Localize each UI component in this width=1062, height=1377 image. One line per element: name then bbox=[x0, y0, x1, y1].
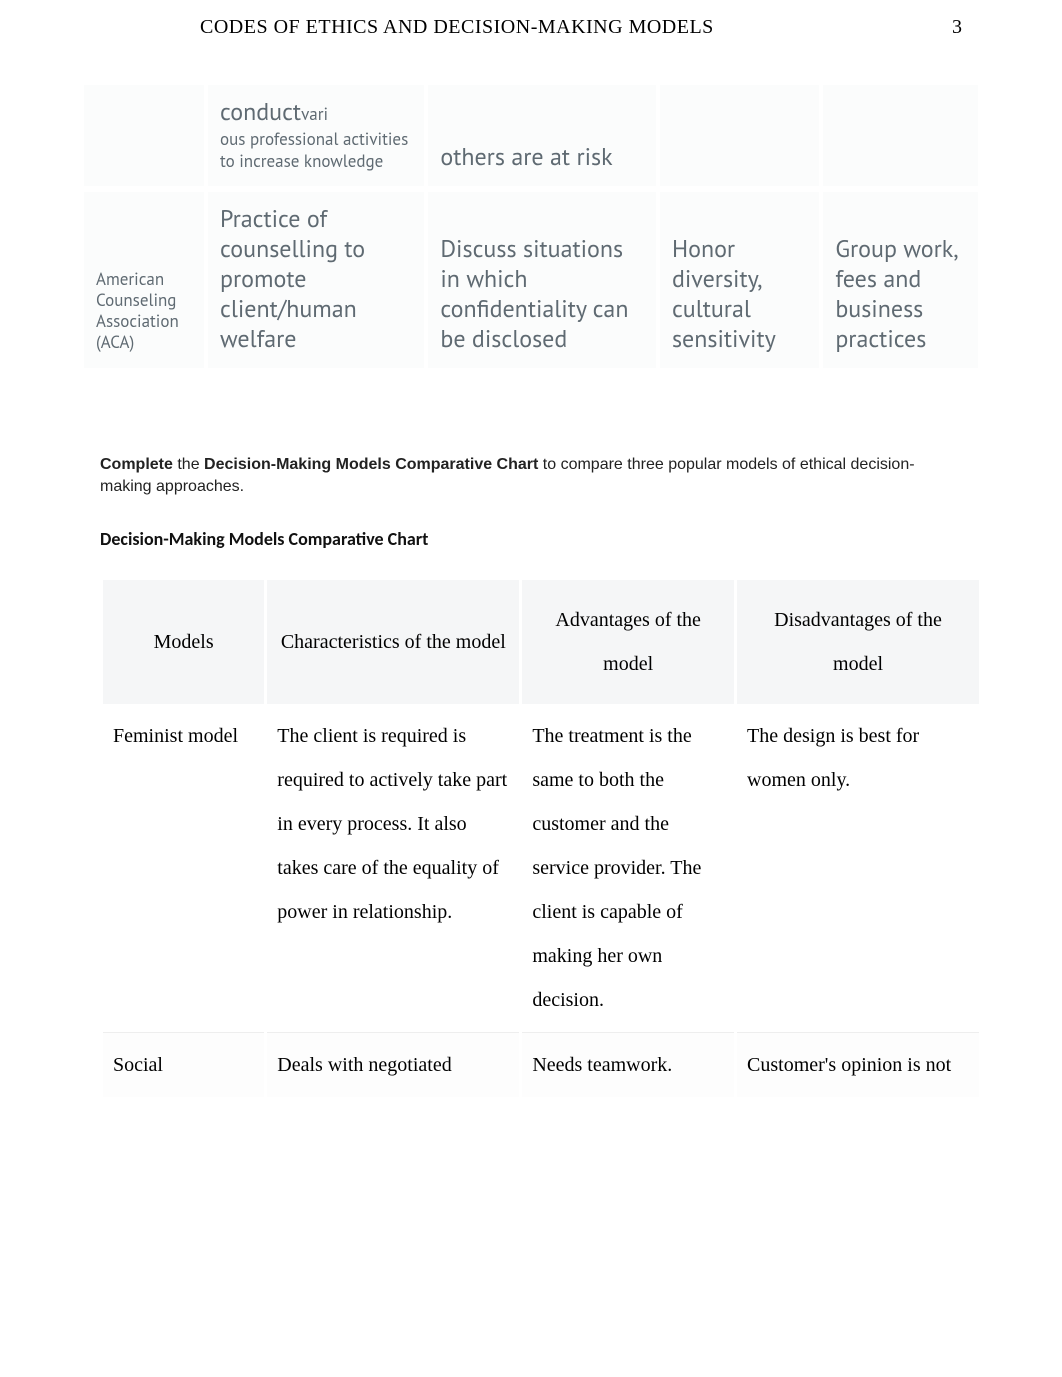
table-row: conductvari ous professional activities … bbox=[84, 85, 978, 186]
cell bbox=[660, 85, 819, 186]
bold-text: Decision-Making Models Comparative Chart bbox=[204, 456, 538, 473]
org-cell: American Counseling Association (ACA) bbox=[84, 192, 204, 368]
cell-text: Discuss situations in which confidential… bbox=[440, 234, 644, 354]
page-number: 3 bbox=[952, 16, 1002, 39]
chart-subheading: Decision-Making Models Comparative Chart bbox=[100, 528, 962, 550]
cell-small-text: ous professional activities to increase … bbox=[220, 128, 412, 172]
cell-text: Practice of counselling to promote clien… bbox=[220, 204, 412, 354]
cell-text: Honor diversity, cultural sensitivity bbox=[672, 234, 807, 354]
table-header-row: Models Characteristics of the model Adva… bbox=[103, 580, 979, 704]
table-row: American Counseling Association (ACA) Pr… bbox=[84, 192, 978, 368]
ethics-codes-table: conductvari ous professional activities … bbox=[80, 79, 982, 374]
header-disadvantages: Disadvantages of the model bbox=[737, 580, 979, 704]
honor-cell: Honor diversity, cultural sensitivity bbox=[660, 192, 819, 368]
table-row: Social Deals with negotiated Needs teamw… bbox=[103, 1032, 979, 1097]
cell-suffix: vari bbox=[301, 103, 328, 125]
cell-big-text: conduct bbox=[220, 96, 301, 127]
conduct-cell: conductvari ous professional activities … bbox=[208, 85, 424, 186]
cell-text: others are at risk bbox=[440, 142, 644, 172]
page-header: CODES OF ETHICS AND DECISION-MAKING MODE… bbox=[0, 0, 1062, 49]
group-cell: Group work, fees and business practices bbox=[823, 192, 978, 368]
models-comparative-chart: Models Characteristics of the model Adva… bbox=[100, 580, 982, 1097]
disadvantages-cell: Customer's opinion is not bbox=[737, 1032, 979, 1097]
header-advantages: Advantages of the model bbox=[522, 580, 734, 704]
model-name-cell: Social bbox=[103, 1032, 264, 1097]
cell bbox=[823, 85, 978, 186]
practice-cell: Practice of counselling to promote clien… bbox=[208, 192, 424, 368]
advantages-cell: Needs teamwork. bbox=[522, 1032, 734, 1097]
characteristics-cell: The client is required is required to ac… bbox=[267, 704, 519, 1032]
discuss-cell: Discuss situations in which confidential… bbox=[428, 192, 656, 368]
disadvantages-cell: The design is best for women only. bbox=[737, 704, 979, 1032]
characteristics-cell: Deals with negotiated bbox=[267, 1032, 519, 1097]
instruction-paragraph: Complete the Decision-Making Models Comp… bbox=[100, 454, 962, 499]
text: the bbox=[173, 456, 204, 473]
header-characteristics: Characteristics of the model bbox=[267, 580, 519, 704]
model-name-cell: Feminist model bbox=[103, 704, 264, 1032]
header-models: Models bbox=[103, 580, 264, 704]
table-row: Feminist model The client is required is… bbox=[103, 704, 979, 1032]
cell-text: Group work, fees and business practices bbox=[835, 234, 966, 354]
bold-text: Complete bbox=[100, 456, 173, 473]
risk-cell: others are at risk bbox=[428, 85, 656, 186]
advantages-cell: The treatment is the same to both the cu… bbox=[522, 704, 734, 1032]
org-cell bbox=[84, 85, 204, 186]
running-head: CODES OF ETHICS AND DECISION-MAKING MODE… bbox=[200, 16, 714, 39]
